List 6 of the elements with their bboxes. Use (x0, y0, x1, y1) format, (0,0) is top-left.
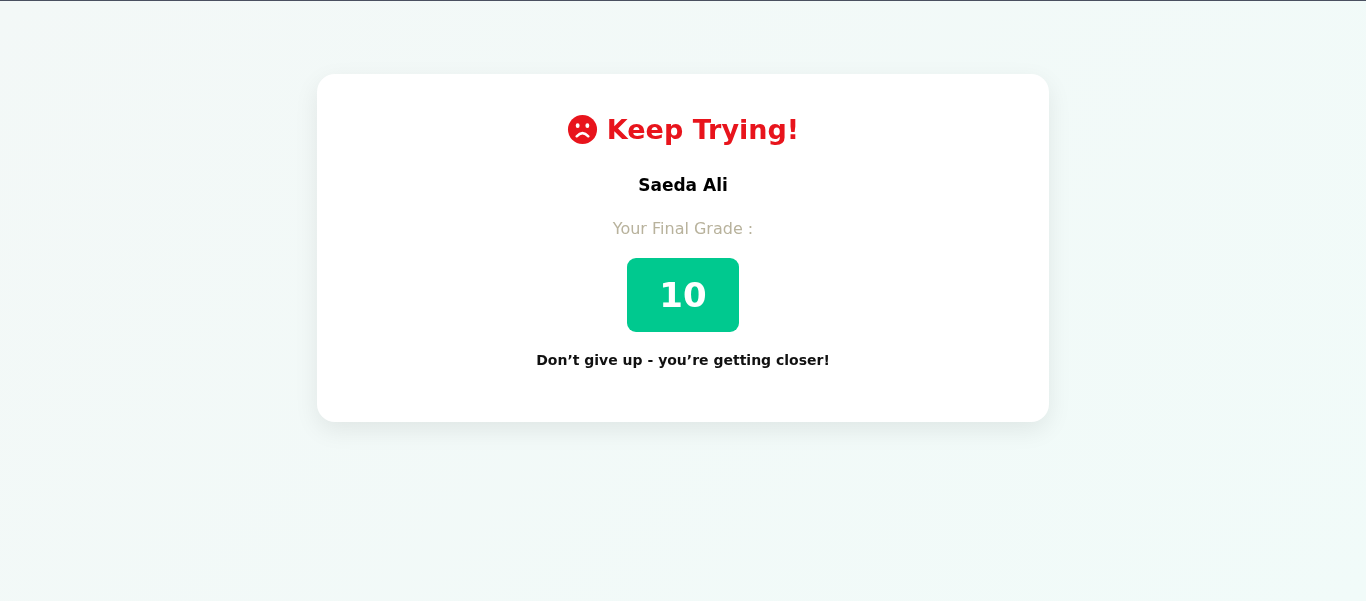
grade-label: Your Final Grade : (612, 219, 754, 238)
grade-badge: 10 (627, 258, 739, 332)
student-name: Saeda Ali (638, 175, 728, 195)
encouragement-message: Don’t give up - you’re getting closer! (536, 352, 830, 368)
result-title: Keep Trying! (606, 114, 800, 145)
sad-face-icon (566, 114, 598, 145)
